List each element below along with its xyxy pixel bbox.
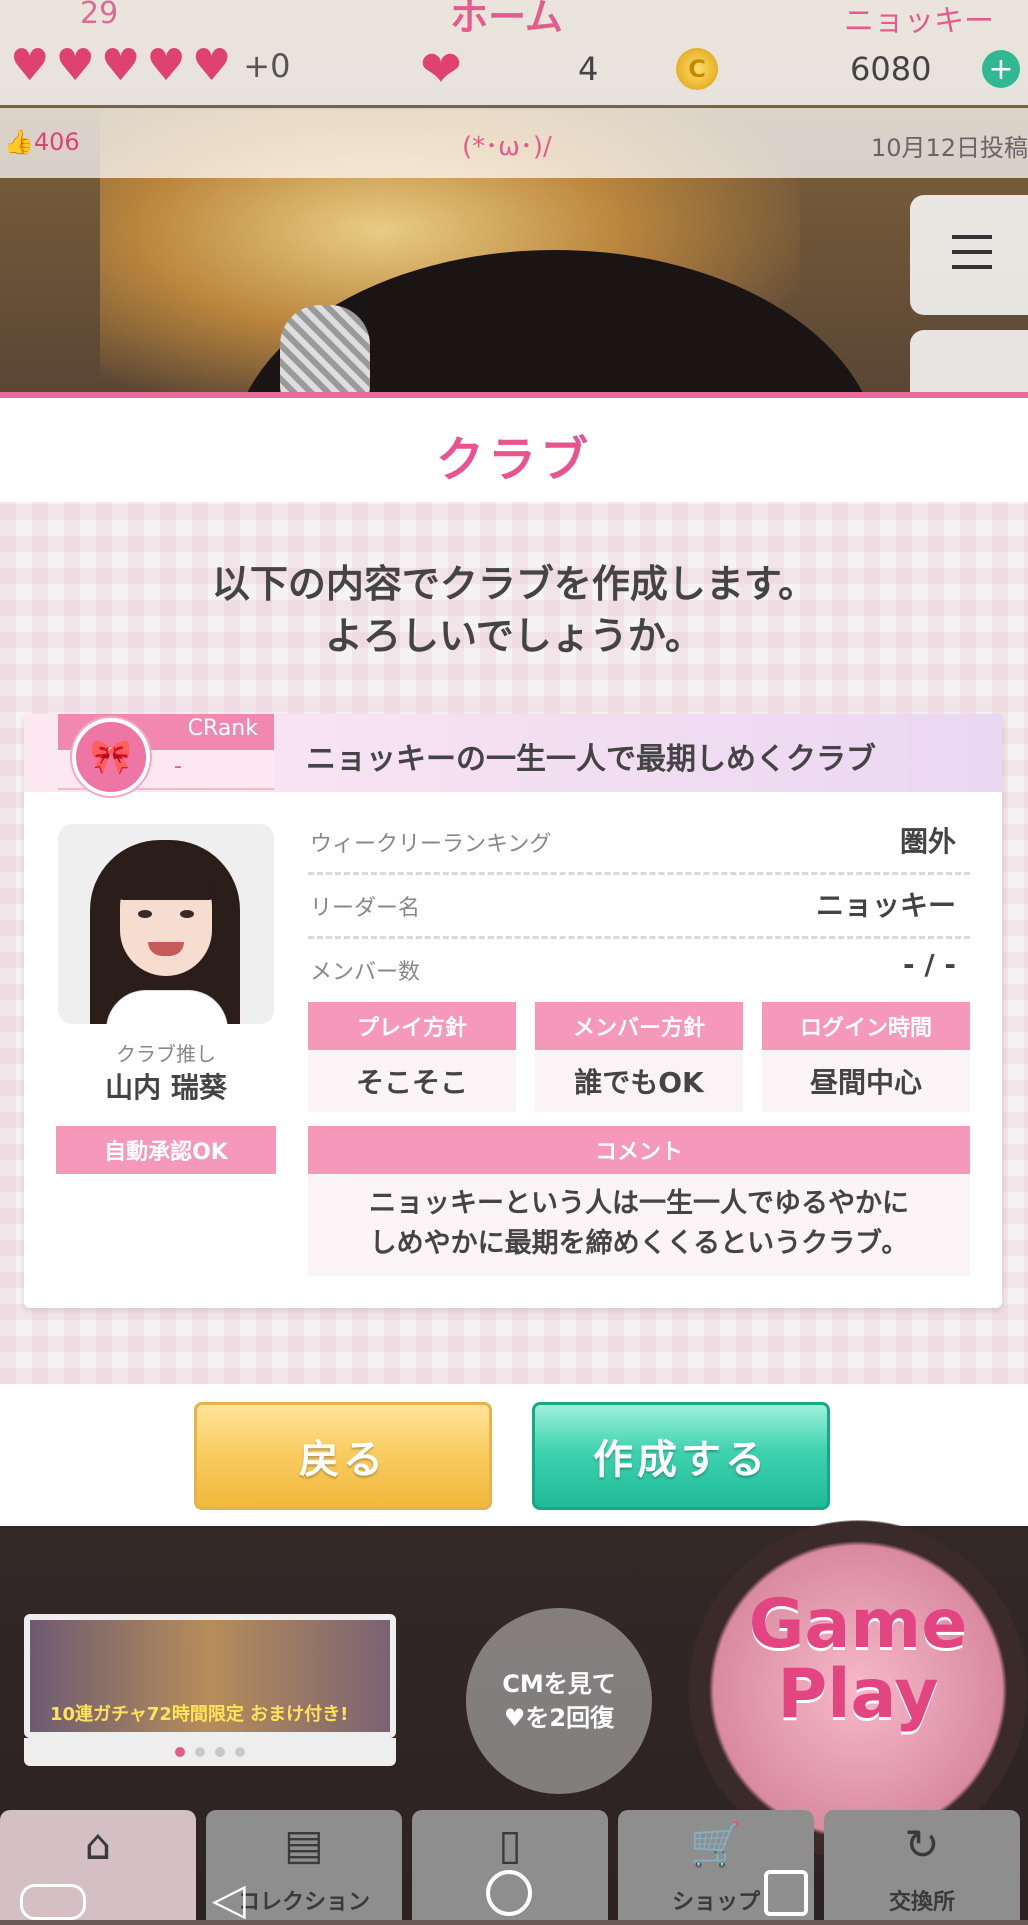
recent-apps-icon[interactable] [764,1870,808,1916]
banner-text: 10連ガチャ72時間限定 おまけ付き! [50,1704,349,1725]
policy-value: 昼間中心 [762,1050,970,1112]
back-nav-icon[interactable]: ◁ [212,1874,246,1925]
heart-icon: ♥ [55,40,95,91]
screen-title: ホーム [450,0,563,39]
game-play-button[interactable]: Game Play [688,1520,1028,1860]
photo-eye [180,910,194,918]
club-name: ニョッキーの一生一人で最期しめくクラブ [306,742,876,777]
hearts-extra: +0 [243,47,291,85]
login-time-policy: ログイン時間 昼間中心 [762,1002,970,1112]
like-count-value: 406 [33,128,80,156]
game-play-label: Game Play [728,1590,988,1730]
modal-header: クラブ [0,392,1028,502]
oshi-member-photo [58,824,274,1024]
comment-line-1: ニョッキーという人は一生一人でゆるやかに [369,1188,909,1219]
heart-item-count: 4 [578,50,599,88]
status-bar: 29 ホーム ニョッキー ♥ ♥ ♥ ♥ ♥ +0 ❤ 4 C 6080 + [0,0,1028,105]
system-nav-bar: ◁ [0,1860,1028,1925]
member-count-row: メンバー数 - / - [308,938,970,988]
rank-label: CRank [187,716,258,741]
game-play-line-2: Play [777,1655,939,1734]
confirm-message: 以下の内容でクラブを作成します。 よろしいでしょうか。 [0,558,1028,662]
gamepad-icon[interactable] [20,1884,86,1920]
pager-dot[interactable] [195,1747,205,1757]
coin-count: 6080 [850,50,932,88]
play-policy: プレイ方針 そこそこ [308,1002,516,1112]
create-club-button[interactable]: 作成する [532,1402,830,1510]
heart-item-icon: ❤ [420,40,462,98]
rank-value: - [174,754,182,779]
policy-label: メンバー方針 [535,1002,743,1050]
oshi-label: クラブ推し [116,1042,216,1066]
info-value: 圏外 [899,825,956,858]
stamina-hearts: ♥ ♥ ♥ ♥ ♥ +0 [10,44,290,88]
comment-line-2: しめやかに最期を締めくくるというクラブ。 [369,1228,909,1259]
banner-pager [24,1738,396,1766]
pager-dot[interactable] [215,1747,225,1757]
game-play-line-1: Game [748,1585,968,1664]
auto-approve-badge: 自動承認OK [56,1126,276,1174]
modal-footer: 戻る 作成する [0,1384,1028,1526]
info-value: ニョッキー [815,889,956,922]
news-ticker[interactable]: 👍406 (*･ω･)/ 10月12日投稿 [0,108,1028,178]
cm-line-2: ♥を2回復 [503,1704,615,1732]
club-card: CRank - 🎀 ニョッキーの一生一人で最期しめくクラブ クラブ推し 山内 瑞… [24,714,1002,1308]
heart-icon: ♥ [146,40,186,91]
ticker-message: (*･ω･)/ [462,132,552,162]
info-value: - / - [903,948,956,981]
member-policy: メンバー方針 誰でもOK [535,1002,743,1112]
buy-coins-button[interactable]: + [982,50,1020,88]
policy-value: 誰でもOK [535,1050,743,1112]
info-label: リーダー名 [310,896,421,921]
club-comment: コメント ニョッキーという人は一生一人でゆるやかに しめやかに最期を締めくくると… [308,1126,970,1276]
info-label: メンバー数 [310,960,421,985]
heart-icon: ♥ [191,40,232,91]
hamburger-icon [952,235,992,269]
heart-icon: ♥ [10,40,50,91]
watch-cm-button[interactable]: CMを見て ♥を2回復 [466,1608,652,1794]
confirm-line-1: 以下の内容でクラブを作成します。 [211,562,817,606]
back-button[interactable]: 戻る [194,1402,492,1510]
heart-icon: ♥ [100,40,141,91]
ticker-date: 10月12日投稿 [870,134,1028,162]
ribbon-icon: 🎀 [72,718,150,796]
gacha-banner[interactable]: 10連ガチャ72時間限定 おまけ付き! [24,1614,396,1738]
weekly-ranking-row: ウィークリーランキング 圏外 [308,810,970,875]
coin-icon: C [676,48,718,90]
cm-line-1: CMを見て [502,1670,616,1698]
like-count: 👍406 [4,128,80,156]
pager-dot[interactable] [235,1747,245,1757]
player-name: ニョッキー [844,4,994,39]
home-nav-icon[interactable] [486,1870,532,1916]
leader-name-row: リーダー名 ニョッキー [308,874,970,939]
comment-text: ニョッキーという人は一生一人でゆるやかに しめやかに最期を締めくくるというクラブ… [308,1174,970,1276]
player-level: 29 [80,0,119,31]
info-label: ウィークリーランキング [310,832,552,857]
modal-title: クラブ [435,432,592,488]
policy-value: そこそこ [308,1050,516,1112]
policy-label: プレイ方針 [308,1002,516,1050]
comment-label: コメント [308,1126,970,1174]
policy-label: ログイン時間 [762,1002,970,1050]
menu-button[interactable] [910,195,1028,315]
photo-eye [138,910,152,918]
oshi-name: 山内 瑞葵 [105,1071,227,1104]
modal-body: 以下の内容でクラブを作成します。 よろしいでしょうか。 CRank - 🎀 ニョ… [0,502,1028,1384]
pager-dot[interactable] [175,1747,185,1757]
confirm-line-2: よろしいでしょうか。 [324,614,704,658]
